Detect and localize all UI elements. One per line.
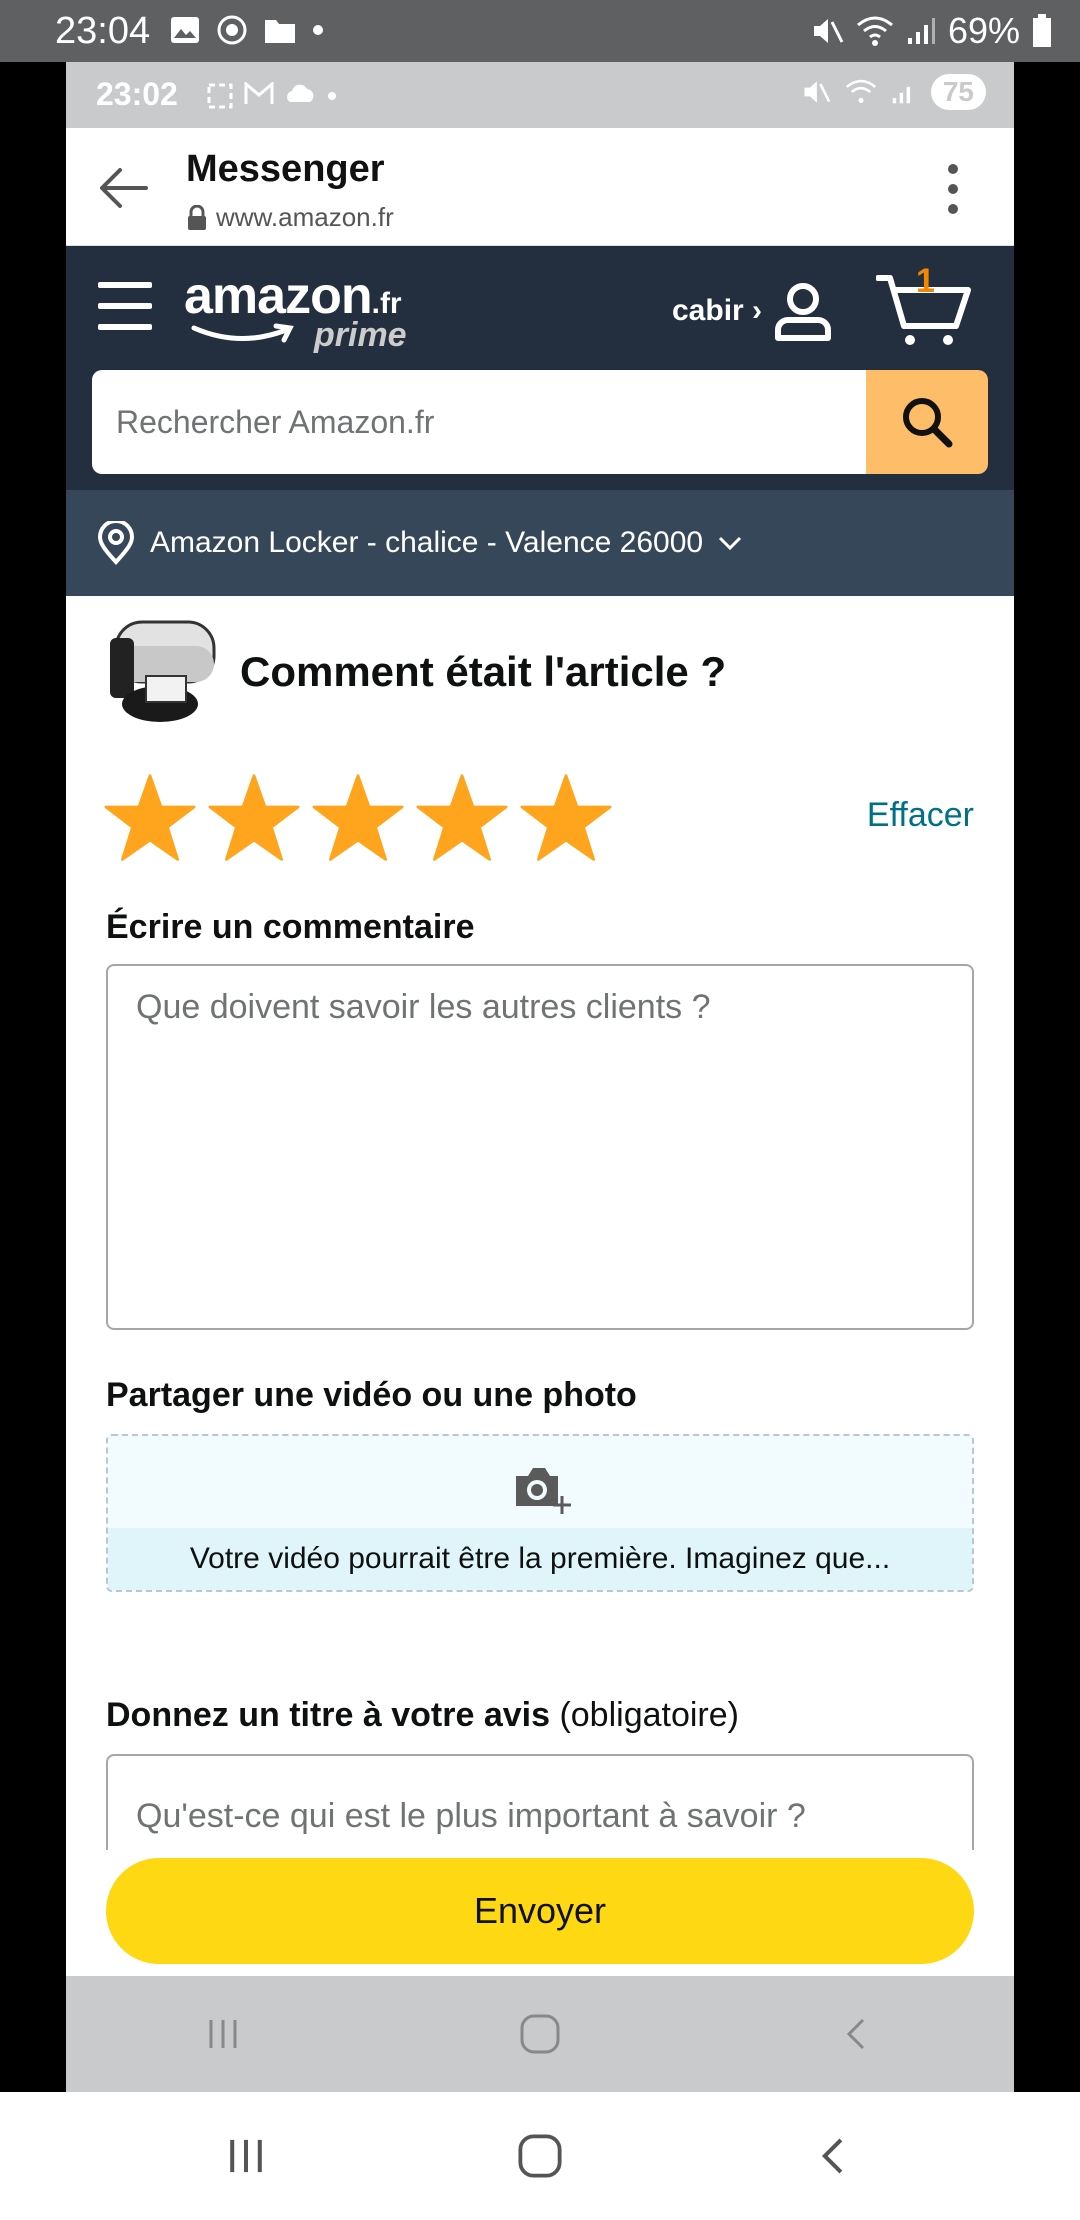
screenshot-icon [207,83,233,109]
home-icon[interactable] [516,2132,564,2180]
inner-status-time: 23:02 [96,76,178,112]
back-icon[interactable] [811,2133,857,2179]
comment-textarea[interactable] [106,964,974,1330]
location-pin-icon [97,521,135,565]
hamburger-menu-icon[interactable] [98,282,152,330]
outer-navigation-bar [0,2092,1080,2220]
product-image-icon [110,620,216,722]
whatsapp-icon [217,15,247,45]
cart-count: 1 [916,262,935,300]
title-label-text: Donnez un titre à votre avis [106,1696,550,1734]
inner-navigation-bar [66,1976,1014,2092]
product-row: Comment était l'article ? [106,616,726,728]
browser-url: www.amazon.fr [186,202,394,233]
recent-apps-icon[interactable] [223,2133,269,2179]
cloud-icon [287,84,314,102]
logo-smile-icon [191,323,294,343]
star-icon[interactable] [520,772,612,864]
title-required: (obligatoire) [559,1696,739,1734]
battery-percent: 69% [947,10,1020,51]
user-icon [775,283,832,341]
chevron-down-icon [719,536,742,551]
browser-title: Messenger [186,148,385,190]
cart-button[interactable]: 1 [875,262,972,348]
wifi-icon [856,16,893,46]
status-time: 23:04 [55,10,151,52]
logo-prime: prime [314,316,407,354]
amazon-header: amazon.fr prime cabir › 1 [66,246,1014,490]
clear-rating-link[interactable]: Effacer [867,796,974,835]
signal-icon [907,18,935,44]
location-label: Amazon Locker - chalice - Valence 26000 [150,526,704,559]
review-title-input[interactable] [106,1754,974,1850]
search-icon [903,398,953,448]
lock-icon [188,204,206,230]
media-hint: Votre vidéo pourrait être la première. I… [108,1528,972,1590]
image-icon [171,17,199,43]
url-text: www.amazon.fr [216,202,394,232]
search-button[interactable] [866,370,988,474]
recent-apps-icon[interactable] [203,2014,243,2054]
media-upload-area[interactable]: Votre vidéo pourrait être la première. I… [106,1434,974,1592]
dot-icon [313,25,323,35]
amazon-prime-logo[interactable]: amazon.fr prime [184,266,407,354]
folder-icon [265,20,295,43]
account-link[interactable]: cabir › [672,280,834,342]
search-bar [92,370,988,474]
star-icon[interactable] [416,772,508,864]
search-input[interactable] [92,370,866,474]
submit-button[interactable]: Envoyer [106,1858,974,1964]
title-label: Donnez un titre à votre avis (obligatoir… [106,1696,739,1735]
mute-icon [813,19,844,43]
delivery-location[interactable]: Amazon Locker - chalice - Valence 26000 [66,490,1014,596]
product-thumbnail [106,616,218,728]
more-options-icon[interactable] [946,164,960,214]
star-icon[interactable] [208,772,300,864]
browser-toolbar: Messenger www.amazon.fr [66,128,1014,246]
mute-icon [804,81,831,103]
inner-status-bar: 23:02 75 [66,62,1014,128]
add-photo-icon [516,1468,571,1514]
star-icon[interactable] [312,772,404,864]
wifi-icon [845,79,876,103]
back-icon[interactable] [837,2014,877,2054]
back-arrow-icon[interactable] [96,164,150,212]
home-icon[interactable] [518,2012,562,2056]
battery-icon [1033,14,1051,47]
screenshot-frame: 23:02 75 Messenger www.amazon.fr amazon.… [66,62,1014,2092]
review-heading: Comment était l'article ? [240,648,727,695]
outer-status-bar: 23:04 69% [0,0,1080,62]
account-label: cabir › [672,294,763,327]
signal-icon [892,86,910,104]
star-rating [104,772,612,864]
star-icon[interactable] [104,772,196,864]
gmail-icon [244,82,274,104]
battery-badge: 75 [930,74,986,110]
comment-label: Écrire un commentaire [106,908,475,946]
dot-icon [328,92,336,100]
media-label: Partager une vidéo ou une photo [106,1376,637,1414]
